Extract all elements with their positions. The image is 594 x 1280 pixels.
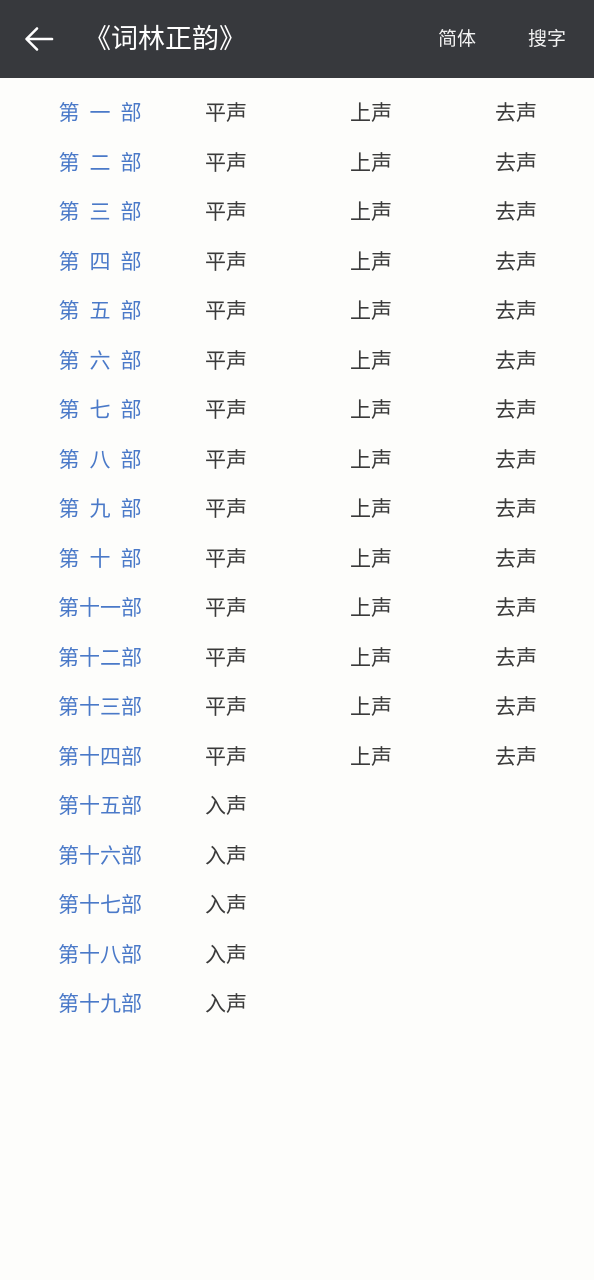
tone-cell[interactable]: 上声 bbox=[350, 301, 495, 322]
table-row: 第九部 平声 上声 去声 bbox=[0, 485, 594, 535]
tone-cell[interactable]: 平声 bbox=[205, 301, 350, 322]
tone-cell[interactable]: 平声 bbox=[205, 351, 350, 372]
tone-cell[interactable]: 入声 bbox=[205, 994, 350, 1015]
tone-cell[interactable]: 上声 bbox=[350, 153, 495, 174]
tone-cell[interactable]: 上声 bbox=[350, 202, 495, 223]
rhyme-group-link[interactable]: 第二部 bbox=[40, 153, 160, 174]
table-row: 第十六部 入声 bbox=[0, 832, 594, 882]
tone-cell[interactable]: 上声 bbox=[350, 450, 495, 471]
rhyme-group-link[interactable]: 第十八部 bbox=[40, 945, 160, 966]
rhyme-group-link[interactable]: 第一部 bbox=[40, 103, 160, 124]
rhyme-group-link[interactable]: 第五部 bbox=[40, 301, 160, 322]
tone-cell[interactable]: 去声 bbox=[495, 697, 594, 718]
table-row: 第六部 平声 上声 去声 bbox=[0, 337, 594, 387]
rhyme-group-link[interactable]: 第三部 bbox=[40, 202, 160, 223]
tone-cell[interactable]: 去声 bbox=[495, 103, 594, 124]
tone-cell[interactable]: 上声 bbox=[350, 747, 495, 768]
tone-cell[interactable]: 去声 bbox=[495, 400, 594, 421]
tone-cell[interactable]: 平声 bbox=[205, 697, 350, 718]
tone-cell[interactable]: 平声 bbox=[205, 153, 350, 174]
app-bar-actions: 简体 搜字 bbox=[434, 22, 570, 57]
tone-cell[interactable]: 上声 bbox=[350, 103, 495, 124]
tone-cell[interactable]: 入声 bbox=[205, 945, 350, 966]
tone-cell[interactable]: 上声 bbox=[350, 499, 495, 520]
table-row: 第十三部 平声 上声 去声 bbox=[0, 683, 594, 733]
rhyme-group-link[interactable]: 第十一部 bbox=[40, 598, 160, 619]
tone-cell[interactable]: 平声 bbox=[205, 400, 350, 421]
rhyme-group-link[interactable]: 第九部 bbox=[40, 499, 160, 520]
table-row: 第三部 平声 上声 去声 bbox=[0, 188, 594, 238]
tone-cell[interactable]: 上声 bbox=[350, 252, 495, 273]
table-row: 第一部 平声 上声 去声 bbox=[0, 89, 594, 139]
rhyme-group-list: 第一部 平声 上声 去声 第二部 平声 上声 去声 第三部 平声 上声 去声 第四部 平声 上声 去声 第五部平… bbox=[0, 78, 594, 1280]
tone-cell[interactable]: 平声 bbox=[205, 252, 350, 273]
tone-cell[interactable]: 上声 bbox=[350, 549, 495, 570]
rhyme-group-link[interactable]: 第十六部 bbox=[40, 846, 160, 867]
tone-cell[interactable]: 平声 bbox=[205, 450, 350, 471]
tone-cell[interactable]: 去声 bbox=[495, 598, 594, 619]
table-row: 第五部 平声 上声 去声 bbox=[0, 287, 594, 337]
rhyme-group-link[interactable]: 第十部 bbox=[40, 549, 160, 570]
tone-cell[interactable]: 去声 bbox=[495, 351, 594, 372]
table-row: 第十八部 入声 bbox=[0, 931, 594, 981]
rhyme-group-link[interactable]: 第四部 bbox=[40, 252, 160, 273]
tone-cell[interactable]: 平声 bbox=[205, 747, 350, 768]
rhyme-group-link[interactable]: 第十四部 bbox=[40, 747, 160, 768]
tone-cell[interactable]: 上声 bbox=[350, 697, 495, 718]
tone-cell[interactable]: 平声 bbox=[205, 103, 350, 124]
rhyme-group-link[interactable]: 第十二部 bbox=[40, 648, 160, 669]
tone-cell[interactable]: 入声 bbox=[205, 796, 350, 817]
table-row: 第十四部 平声 上声 去声 bbox=[0, 733, 594, 783]
tone-cell[interactable]: 入声 bbox=[205, 846, 350, 867]
table-row: 第十部 平声 上声 去声 bbox=[0, 535, 594, 585]
tone-cell[interactable]: 去声 bbox=[495, 202, 594, 223]
table-row: 第十九部 入声 bbox=[0, 980, 594, 1030]
tone-cell[interactable]: 上声 bbox=[350, 351, 495, 372]
search-character-button[interactable]: 搜字 bbox=[524, 22, 570, 57]
tone-cell[interactable]: 平声 bbox=[205, 648, 350, 669]
tone-cell[interactable]: 去声 bbox=[495, 450, 594, 471]
tone-cell[interactable]: 去声 bbox=[495, 549, 594, 570]
table-row: 第八部 平声 上声 去声 bbox=[0, 436, 594, 486]
tone-cell[interactable]: 去声 bbox=[495, 153, 594, 174]
rhyme-group-link[interactable]: 第十三部 bbox=[40, 697, 160, 718]
rhyme-group-link[interactable]: 第八部 bbox=[40, 450, 160, 471]
tone-cell[interactable]: 上声 bbox=[350, 648, 495, 669]
tone-cell[interactable]: 平声 bbox=[205, 598, 350, 619]
table-row: 第七部 平声 上声 去声 bbox=[0, 386, 594, 436]
tone-cell[interactable]: 去声 bbox=[495, 301, 594, 322]
page-title: 《词林正韵》 bbox=[84, 23, 246, 54]
table-row: 第二部 平声 上声 去声 bbox=[0, 139, 594, 189]
tone-cell[interactable]: 上声 bbox=[350, 598, 495, 619]
app-root: 《词林正韵》 简体 搜字 第一部 平声 上声 去声 第二部 平声 上声 去声 第三部 平声 上声 去声… bbox=[0, 0, 594, 1280]
tone-cell[interactable]: 去声 bbox=[495, 747, 594, 768]
tone-cell[interactable]: 去声 bbox=[495, 499, 594, 520]
tone-cell[interactable]: 平声 bbox=[205, 549, 350, 570]
tone-cell[interactable]: 上声 bbox=[350, 400, 495, 421]
table-row: 第十五部 入声 bbox=[0, 782, 594, 832]
table-row: 第十七部 入声 bbox=[0, 881, 594, 931]
table-row: 第四部 平声 上声 去声 bbox=[0, 238, 594, 288]
rhyme-group-link[interactable]: 第七部 bbox=[40, 400, 160, 421]
table-row: 第十一部 平声 上声 去声 bbox=[0, 584, 594, 634]
simplified-button[interactable]: 简体 bbox=[434, 22, 480, 57]
tone-cell[interactable]: 平声 bbox=[205, 202, 350, 223]
tone-cell[interactable]: 平声 bbox=[205, 499, 350, 520]
rhyme-group-link[interactable]: 第六部 bbox=[40, 351, 160, 372]
rhyme-group-link[interactable]: 第十五部 bbox=[40, 796, 160, 817]
rhyme-group-link[interactable]: 第十七部 bbox=[40, 895, 160, 916]
app-bar: 《词林正韵》 简体 搜字 bbox=[0, 0, 594, 78]
back-button[interactable] bbox=[22, 16, 68, 62]
arrow-left-icon bbox=[22, 24, 56, 54]
rhyme-group-link[interactable]: 第十九部 bbox=[40, 994, 160, 1015]
tone-cell[interactable]: 去声 bbox=[495, 648, 594, 669]
table-row: 第十二部 平声 上声 去声 bbox=[0, 634, 594, 684]
tone-cell[interactable]: 入声 bbox=[205, 895, 350, 916]
tone-cell[interactable]: 去声 bbox=[495, 252, 594, 273]
